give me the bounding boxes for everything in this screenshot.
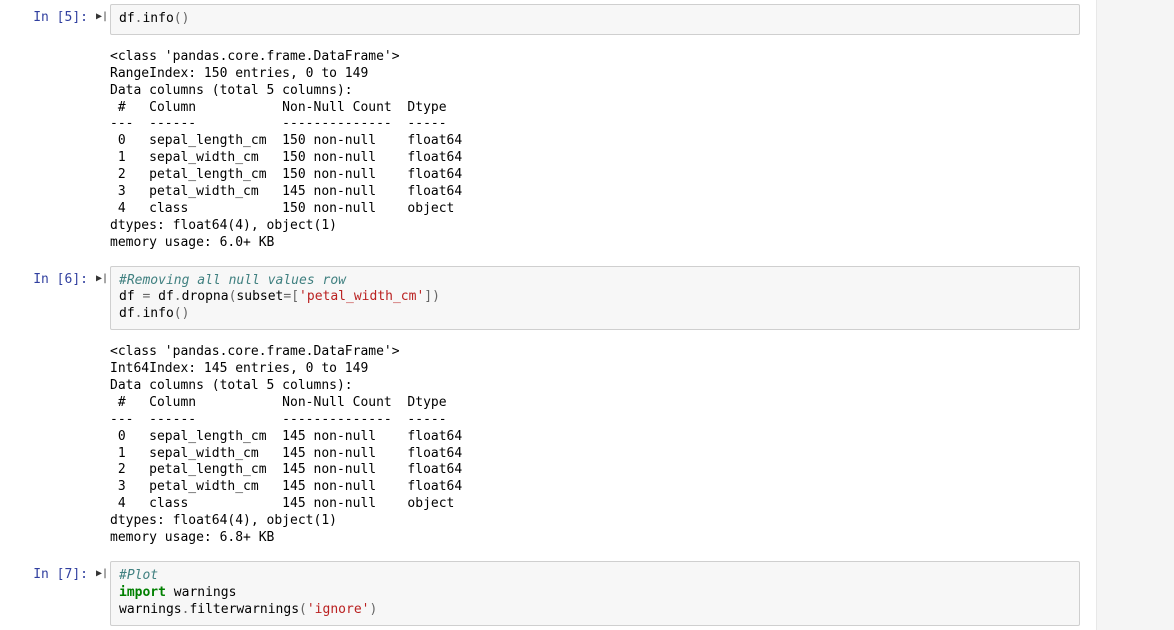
code-input[interactable]: df.info(): [110, 4, 1080, 35]
input-prompt: In [7]:: [33, 567, 88, 582]
notebook: In [5]: ▶| df.info() <class 'pandas.core…: [0, 0, 1096, 630]
code-input[interactable]: #Removing all null values row df = df.dr…: [110, 266, 1080, 331]
run-cell-icon[interactable]: ▶|: [96, 561, 110, 626]
output-cell: <class 'pandas.core.frame.DataFrame'> Ra…: [0, 39, 1096, 262]
input-prompt: In [6]:: [33, 272, 88, 287]
output-cell: <class 'pandas.core.frame.DataFrame'> In…: [0, 334, 1096, 557]
cell-output: <class 'pandas.core.frame.DataFrame'> In…: [110, 338, 1080, 553]
code-input[interactable]: #Plot import warnings warnings.filterwar…: [110, 561, 1080, 626]
code-cell: In [6]: ▶| #Removing all null values row…: [0, 262, 1096, 335]
input-prompt: In [5]:: [33, 10, 88, 25]
cell-output: <class 'pandas.core.frame.DataFrame'> Ra…: [110, 43, 1080, 258]
run-cell-icon[interactable]: ▶|: [96, 4, 110, 35]
right-gutter: [1096, 0, 1174, 630]
run-cell-icon[interactable]: ▶|: [96, 266, 110, 331]
code-cell: In [5]: ▶| df.info(): [0, 0, 1096, 39]
code-cell: In [7]: ▶| #Plot import warnings warning…: [0, 557, 1096, 630]
